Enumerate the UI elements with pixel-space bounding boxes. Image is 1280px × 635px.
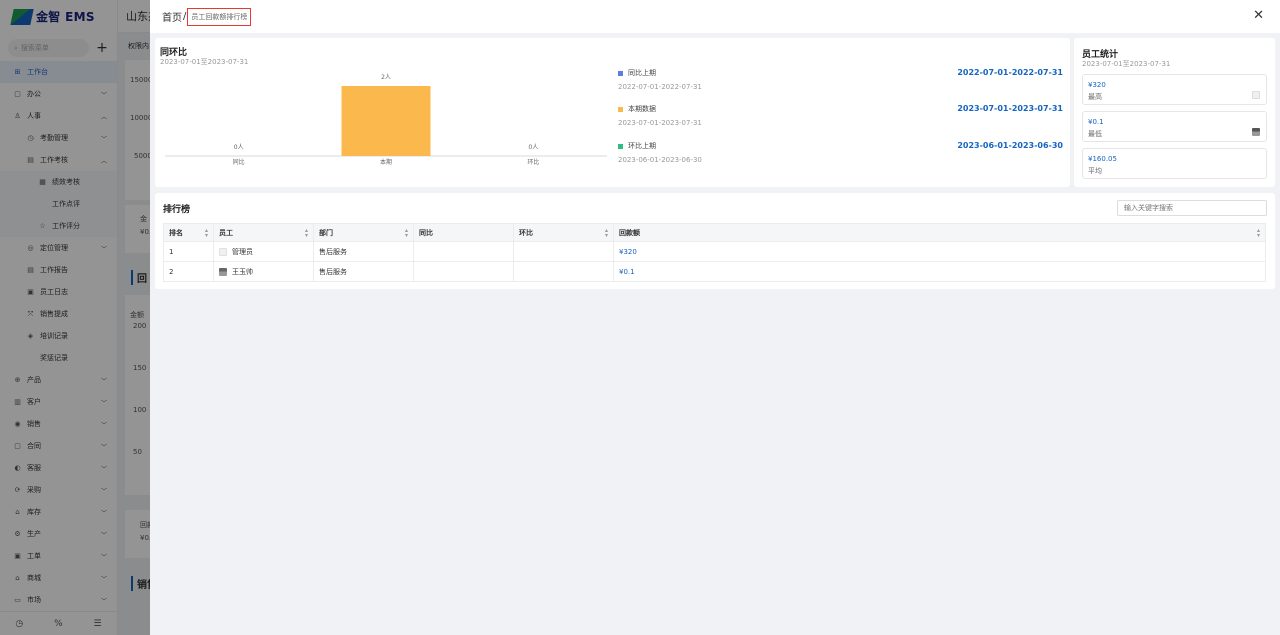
stat-label: 最低	[1088, 130, 1102, 138]
column-header-employee[interactable]: 员工 ▴ ▾	[213, 223, 314, 242]
stat-label: 平均	[1088, 167, 1102, 175]
sort-icon[interactable]: ▴ ▾	[405, 228, 408, 239]
cell-employee: 管理员	[213, 241, 314, 262]
legend-name: 同比上期	[628, 69, 656, 77]
ranking-panel: 排行榜 排名 ▴▾ 员工 ▴▾ 部门 ▴▾ 同比 环比 ▴▾ 回款额 ▴▾ 1 管理员	[155, 193, 1275, 289]
stat-value: ¥0.1	[1088, 118, 1104, 126]
legend-name: 环比上期	[628, 142, 656, 150]
table-header-row: 排名 ▴ ▾ 员工 ▴ ▾ 部门 ▴ ▾ 同比 环比 ▴ ▾ 回款额 ▴ ▾	[163, 223, 1266, 242]
column-header-label: 同比	[419, 228, 433, 237]
column-header-department[interactable]: 部门 ▴ ▾	[313, 223, 414, 242]
employee-stats-panel: 员工统计 2023-07-01至2023-07-31 ¥320 最高 ¥0.1 …	[1074, 38, 1275, 187]
data-label: 2人	[381, 74, 391, 81]
employee-name: 管理员	[232, 247, 253, 256]
column-header-label: 环比	[519, 228, 533, 237]
legend-swatch	[618, 106, 623, 112]
column-header-label: 部门	[319, 228, 333, 237]
close-icon[interactable]: ✕	[1253, 8, 1264, 23]
data-label: 0人	[528, 144, 538, 151]
legend-item-current[interactable]: 本期数据 2023-07-01-2023-07-31 2023-07-01-20…	[618, 104, 1063, 127]
legend-range: 2022-07-01-2022-07-31	[957, 68, 1063, 77]
cell-mom	[513, 241, 614, 262]
comparison-subtitle: 2023-07-01至2023-07-31	[160, 58, 249, 66]
legend-item-yoy[interactable]: 同比上期 2022-07-01-2022-07-31 2022-07-01-20…	[618, 68, 1063, 91]
ranking-drawer: 首页 / 员工回款额排行榜 ✕ 0人 同比 2人 本期 0人 环比 同环比 2023-07…	[150, 0, 1280, 635]
cell-yoy	[413, 261, 514, 282]
ranking-search-input[interactable]	[1117, 200, 1267, 216]
legend-swatch	[618, 143, 623, 149]
table-row[interactable]: 1 管理员 售后服务 ¥320	[163, 241, 1266, 262]
employee-name: 王玉帅	[232, 267, 253, 276]
stat-value: ¥320	[1088, 81, 1106, 89]
breadcrumb-home[interactable]: 首页	[162, 9, 182, 24]
avatar	[219, 247, 227, 256]
data-label: 0人	[234, 144, 244, 151]
sort-icon[interactable]: ▴ ▾	[1257, 228, 1260, 239]
column-header-label: 员工	[219, 228, 233, 237]
legend-date: 2022-07-01-2022-07-31	[618, 82, 702, 91]
cell-rank: 2	[163, 261, 214, 282]
column-header-label: 排名	[169, 228, 183, 237]
ranking-table: 排名 ▴ ▾ 员工 ▴ ▾ 部门 ▴ ▾ 同比 环比 ▴ ▾ 回款额 ▴ ▾ 1 管理员 售后服务 …	[163, 223, 1266, 282]
legend-item-mom[interactable]: 环比上期 2023-06-01-2023-06-30 2023-06-01-20…	[618, 141, 1063, 164]
table-row[interactable]: 2 王玉帅 售后服务 ¥0.1	[163, 261, 1266, 282]
stat-card-highest: ¥320 最高	[1082, 74, 1267, 105]
drawer-header: 首页 / 员工回款额排行榜 ✕	[150, 0, 1280, 33]
cell-amount[interactable]: ¥320	[613, 241, 1266, 262]
stat-card-average: ¥160.05 平均	[1082, 148, 1267, 179]
cell-department: 售后服务	[313, 241, 414, 262]
breadcrumb-separator: /	[183, 11, 187, 22]
cell-rank: 1	[163, 241, 214, 262]
breadcrumb-current: 员工回款额排行榜	[187, 7, 252, 26]
legend-swatch	[618, 70, 623, 76]
legend-range: 2023-07-01-2023-07-31	[957, 104, 1063, 113]
column-header-rank[interactable]: 排名 ▴ ▾	[163, 223, 214, 242]
bar-1[interactable]	[341, 86, 431, 156]
column-header-mom[interactable]: 环比 ▴ ▾	[513, 223, 614, 242]
stat-label: 最高	[1088, 93, 1102, 101]
cell-employee: 王玉帅	[213, 261, 314, 282]
cell-mom	[513, 261, 614, 282]
cell-yoy	[413, 241, 514, 262]
column-header-label: 回款额	[619, 228, 640, 237]
stat-card-lowest: ¥0.1 最低	[1082, 111, 1267, 142]
legend-range: 2023-06-01-2023-06-30	[957, 141, 1063, 150]
column-header-amount[interactable]: 回款额 ▴ ▾	[613, 223, 1266, 242]
sort-icon[interactable]: ▴ ▾	[205, 228, 208, 239]
legend-date: 2023-06-01-2023-06-30	[618, 155, 702, 164]
photo-avatar-icon	[1252, 128, 1260, 136]
cell-department: 售后服务	[313, 261, 414, 282]
sort-icon[interactable]: ▴ ▾	[605, 228, 608, 239]
avatar	[219, 267, 227, 276]
stat-value: ¥160.05	[1088, 155, 1117, 163]
x-tick-label: 本期	[380, 158, 392, 166]
legend-date: 2023-07-01-2023-07-31	[618, 118, 702, 127]
comparison-panel: 0人 同比 2人 本期 0人 环比 同环比 2023-07-01至2023-07-31 同…	[155, 38, 1070, 187]
ranking-title: 排行榜	[163, 205, 191, 215]
stats-subtitle: 2023-07-01至2023-07-31	[1082, 60, 1171, 68]
x-tick-label: 同比	[233, 158, 245, 166]
default-avatar-icon	[1252, 91, 1260, 99]
cell-amount[interactable]: ¥0.1	[613, 261, 1266, 282]
sort-icon[interactable]: ▴ ▾	[305, 228, 308, 239]
legend-name: 本期数据	[628, 105, 656, 113]
column-header-yoy: 同比	[413, 223, 514, 242]
x-tick-label: 环比	[527, 158, 539, 166]
